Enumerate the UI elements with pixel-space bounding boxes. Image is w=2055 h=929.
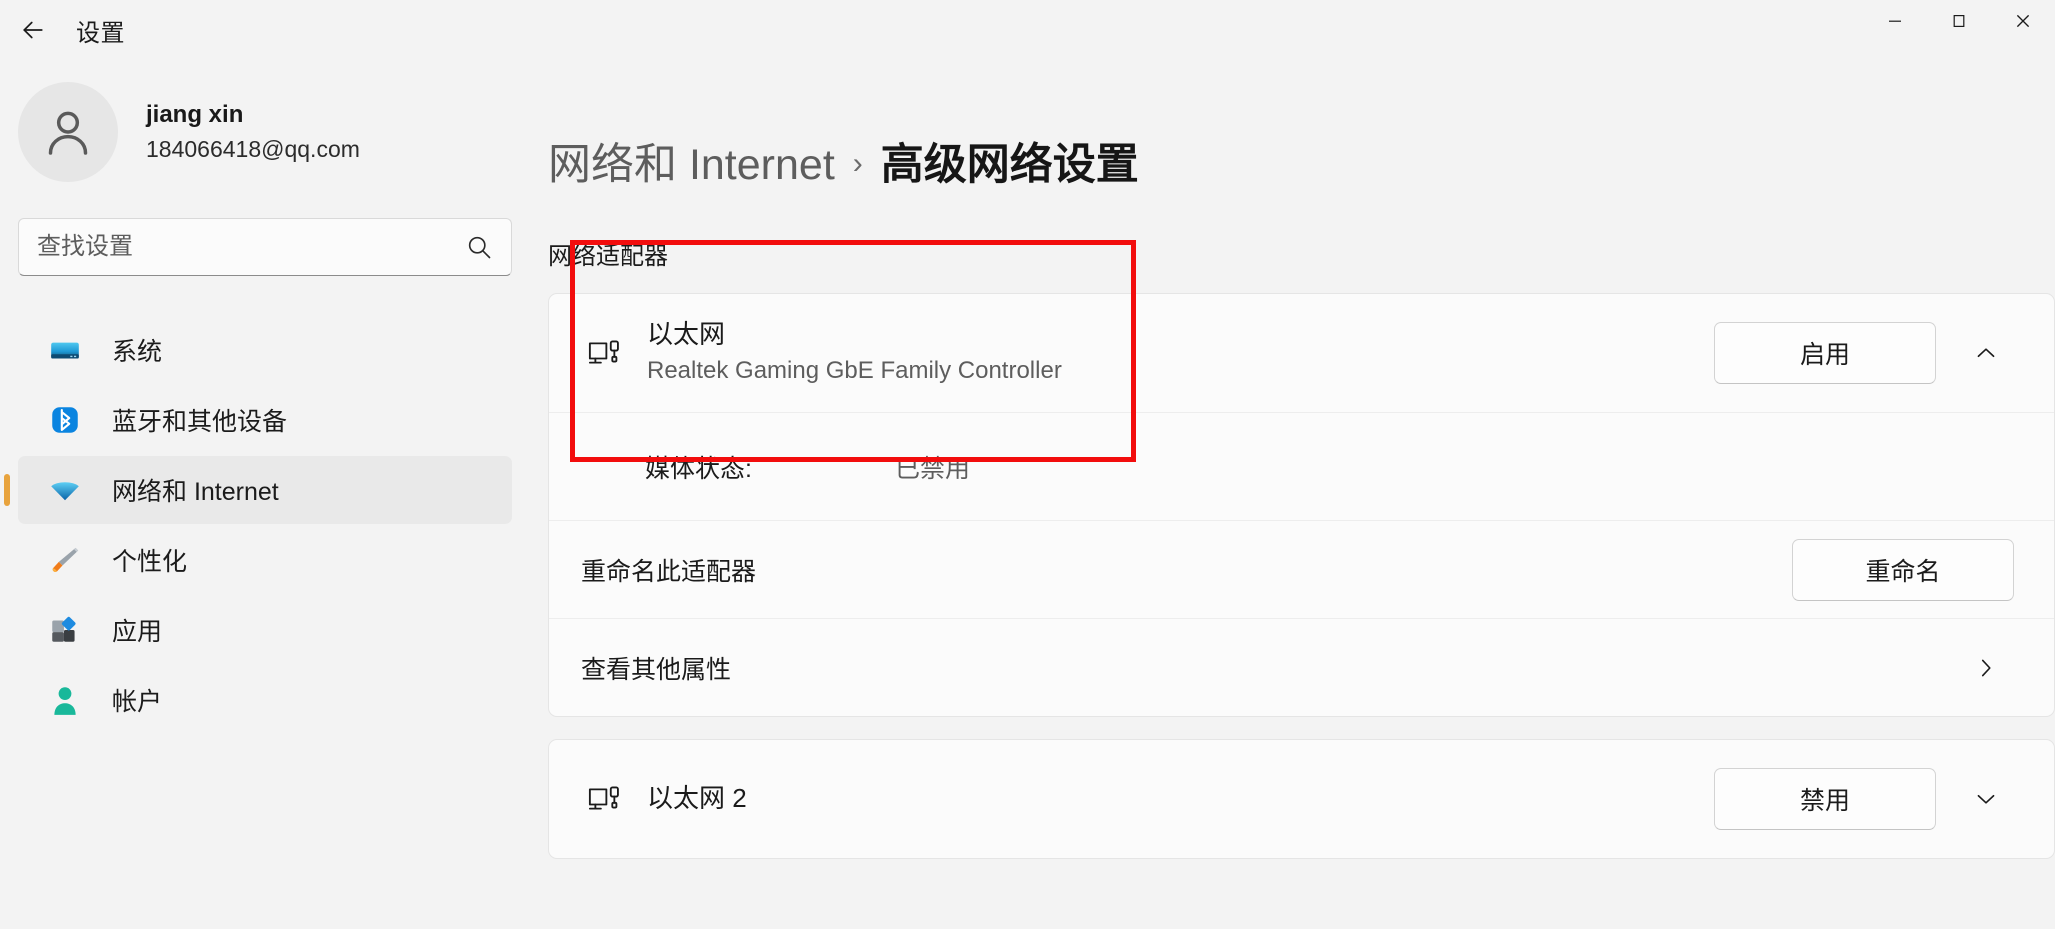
maximize-icon bbox=[1953, 14, 1965, 28]
avatar bbox=[18, 82, 118, 182]
adapter-text-block: 以太网 2 bbox=[647, 782, 1714, 816]
close-button[interactable] bbox=[1991, 0, 2055, 42]
window-controls bbox=[1863, 0, 2055, 42]
accounts-person-icon bbox=[46, 681, 84, 719]
adapter-text-block: 以太网 Realtek Gaming GbE Family Controller bbox=[647, 318, 1714, 387]
sidebar-item-label: 个性化 bbox=[112, 548, 188, 576]
collapse-adapter-button[interactable] bbox=[1958, 325, 2014, 381]
sidebar-item-label: 应用 bbox=[112, 618, 163, 646]
adapter-name: 以太网 bbox=[647, 319, 726, 350]
adapter-card-ethernet-2: 以太网 2 禁用 bbox=[548, 739, 2055, 859]
adapter-header-row[interactable]: 以太网 Realtek Gaming GbE Family Controller… bbox=[549, 294, 2054, 412]
search-icon bbox=[465, 233, 493, 261]
adapter-name: 以太网 2 bbox=[647, 783, 747, 814]
account-name: jiang xin bbox=[146, 101, 244, 129]
page-title: 高级网络设置 bbox=[880, 141, 1139, 189]
disable-adapter-button[interactable]: 禁用 bbox=[1714, 768, 1936, 830]
account-text: jiang xin 184066418@qq.com bbox=[146, 99, 360, 164]
view-additional-properties-row[interactable]: 查看其他属性 bbox=[549, 618, 2054, 716]
settings-window: 设置 jiang xin 184066418@qq.com 查找设置 系统 蓝牙… bbox=[0, 0, 2055, 929]
apps-icon bbox=[46, 611, 84, 649]
sidebar-item-accounts[interactable]: 帐户 bbox=[18, 666, 512, 734]
maximize-button[interactable] bbox=[1927, 0, 1991, 42]
sidebar: jiang xin 184066418@qq.com 查找设置 系统 蓝牙和其他… bbox=[0, 60, 530, 929]
back-button[interactable] bbox=[12, 9, 54, 51]
rename-button[interactable]: 重命名 bbox=[1792, 538, 2014, 601]
minimize-button[interactable] bbox=[1863, 0, 1927, 42]
adapter-detail-row-media-state: 媒体状态: 已禁用 bbox=[549, 412, 2054, 520]
window-body: jiang xin 184066418@qq.com 查找设置 系统 蓝牙和其他… bbox=[0, 60, 2055, 929]
paintbrush-icon bbox=[46, 541, 84, 579]
breadcrumb-parent-link[interactable]: 网络和 Internet bbox=[548, 130, 835, 192]
arrow-left-icon bbox=[23, 21, 43, 39]
adapter-header-row[interactable]: 以太网 2 禁用 bbox=[549, 740, 2054, 858]
account-email: 184066418@qq.com bbox=[146, 135, 360, 162]
rename-adapter-row[interactable]: 重命名此适配器 重命名 bbox=[549, 520, 2054, 618]
chevron-up-icon bbox=[1977, 348, 1995, 358]
enable-adapter-button[interactable]: 启用 bbox=[1714, 322, 1936, 384]
breadcrumb-separator-icon: › bbox=[852, 147, 863, 180]
chevron-right-icon bbox=[1981, 659, 1991, 676]
system-monitor-icon bbox=[46, 331, 84, 369]
sidebar-item-label: 系统 bbox=[112, 338, 163, 366]
sidebar-item-label: 网络和 Internet bbox=[112, 478, 279, 506]
ethernet-adapter-icon bbox=[581, 331, 629, 375]
account-block[interactable]: jiang xin 184066418@qq.com bbox=[0, 72, 530, 192]
main-content: 网络和 Internet › 高级网络设置 网络适配器 以太网 Realtek … bbox=[530, 60, 2055, 929]
sidebar-item-network-internet[interactable]: 网络和 Internet bbox=[18, 456, 512, 524]
title-bar: 设置 bbox=[0, 0, 2055, 60]
adapter-description: Realtek Gaming GbE Family Controller bbox=[647, 357, 1062, 385]
sidebar-nav: 系统 蓝牙和其他设备 网络和 Internet 个性化 应用 帐户 bbox=[0, 316, 530, 734]
sidebar-item-label: 帐户 bbox=[112, 688, 163, 716]
search-box[interactable] bbox=[18, 218, 512, 276]
row-label: 查看其他属性 bbox=[581, 655, 732, 684]
person-icon bbox=[48, 111, 88, 155]
sidebar-item-bluetooth[interactable]: 蓝牙和其他设备 bbox=[18, 386, 512, 454]
chevron-down-icon bbox=[1977, 794, 1995, 804]
ethernet-adapter-icon bbox=[581, 777, 629, 821]
sidebar-item-apps[interactable]: 应用 bbox=[18, 596, 512, 664]
sidebar-item-personalization[interactable]: 个性化 bbox=[18, 526, 512, 594]
expand-adapter-button[interactable] bbox=[1958, 771, 2014, 827]
window-title: 设置 bbox=[76, 19, 125, 47]
adapter-card-ethernet: 以太网 Realtek Gaming GbE Family Controller… bbox=[548, 293, 2055, 717]
sidebar-item-system[interactable]: 系统 bbox=[18, 316, 512, 384]
bluetooth-icon bbox=[46, 401, 84, 439]
close-icon bbox=[2016, 14, 2030, 28]
breadcrumb: 网络和 Internet › 高级网络设置 bbox=[548, 60, 2055, 192]
search-input[interactable] bbox=[37, 233, 455, 261]
section-label-network-adapters: 网络适配器 bbox=[548, 243, 668, 270]
detail-key: 媒体状态: bbox=[645, 454, 752, 483]
wifi-icon bbox=[46, 471, 84, 509]
open-properties-button[interactable] bbox=[1958, 640, 2014, 696]
row-label: 重命名此适配器 bbox=[581, 557, 757, 586]
detail-value: 已禁用 bbox=[895, 454, 971, 483]
sidebar-item-label: 蓝牙和其他设备 bbox=[112, 408, 288, 436]
minimize-icon bbox=[1889, 20, 1901, 22]
